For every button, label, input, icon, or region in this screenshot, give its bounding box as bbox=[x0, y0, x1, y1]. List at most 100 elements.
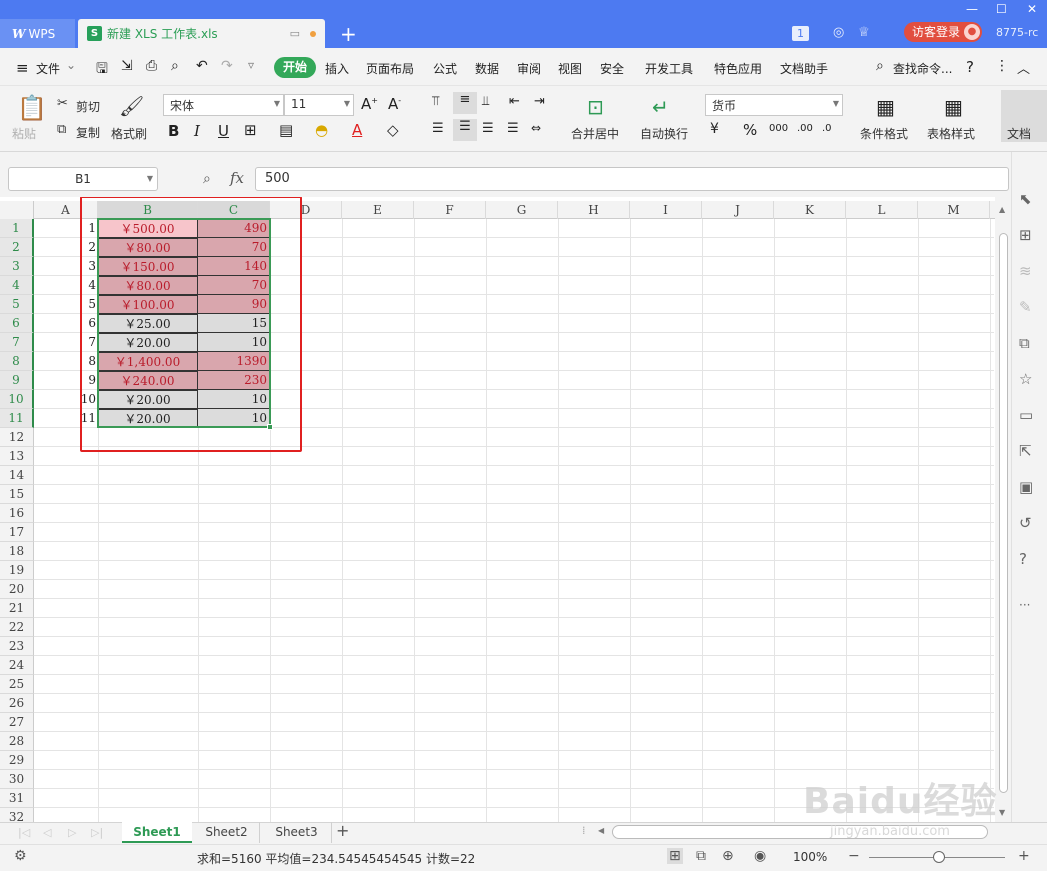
fill-color-icon[interactable]: ◓ bbox=[315, 121, 328, 139]
menu-data[interactable]: 数据 bbox=[475, 60, 499, 77]
cell-b5[interactable]: ￥100.00 bbox=[98, 295, 198, 314]
column-header-j[interactable]: J bbox=[702, 201, 774, 219]
row-header-10[interactable]: 10 bbox=[0, 390, 34, 409]
star-icon[interactable]: ☆ bbox=[1019, 370, 1032, 388]
scroll-up-icon[interactable]: ▲ bbox=[999, 205, 1005, 214]
column-header-e[interactable]: E bbox=[342, 201, 414, 219]
image-icon[interactable]: ▣ bbox=[1019, 478, 1033, 496]
sheet-tab-3[interactable]: Sheet3 bbox=[262, 822, 332, 843]
scroll-down-icon[interactable]: ▼ bbox=[999, 808, 1005, 817]
row-header-23[interactable]: 23 bbox=[0, 637, 34, 656]
splitter-icon[interactable]: ⁞ bbox=[582, 824, 586, 837]
cell-c11[interactable]: 10 bbox=[198, 409, 270, 428]
eye-protection-icon[interactable]: ◉ bbox=[754, 848, 766, 864]
cell-b9[interactable]: ￥240.00 bbox=[98, 371, 198, 390]
row-header-4[interactable]: 4 bbox=[0, 276, 34, 295]
next-sheet-icon[interactable]: ▷ bbox=[68, 826, 76, 839]
cell-b2[interactable]: ￥80.00 bbox=[98, 238, 198, 257]
cell-c1[interactable]: 490 bbox=[198, 219, 270, 238]
row-header-20[interactable]: 20 bbox=[0, 580, 34, 599]
menu-review[interactable]: 审阅 bbox=[517, 60, 541, 77]
cell-b4[interactable]: ￥80.00 bbox=[98, 276, 198, 295]
document-tab[interactable]: S 新建 XLS 工作表.xls ▭ bbox=[78, 19, 325, 48]
print-icon[interactable]: ⎙ bbox=[146, 58, 157, 74]
increase-font-icon[interactable]: A+ bbox=[361, 95, 378, 113]
row-header-32[interactable]: 32 bbox=[0, 808, 34, 822]
menu-special[interactable]: 特色应用 bbox=[714, 60, 762, 77]
login-button[interactable]: 访客登录 ● bbox=[904, 22, 982, 42]
redo-icon[interactable]: ↷ bbox=[221, 58, 233, 74]
minimize-icon[interactable]: — bbox=[966, 2, 978, 16]
copy-button[interactable]: 复制 bbox=[76, 124, 100, 141]
percent-icon[interactable]: % bbox=[743, 121, 757, 139]
spreadsheet-grid[interactable]: ABCDEFGHIJKLM 1 ￥500.00 490 2 ￥80.00 70 3 ￥150.… bbox=[0, 197, 995, 822]
row-header-24[interactable]: 24 bbox=[0, 656, 34, 675]
align-right-icon[interactable]: ☰ bbox=[482, 121, 494, 136]
cell-b3[interactable]: ￥150.00 bbox=[98, 257, 198, 276]
wrap-text-button[interactable]: 自动换行 bbox=[640, 125, 688, 142]
cell-a1[interactable]: 1 bbox=[34, 219, 98, 238]
cell-a7[interactable]: 7 bbox=[34, 333, 98, 352]
row-header-17[interactable]: 17 bbox=[0, 523, 34, 542]
conditional-format-icon[interactable]: ▦ bbox=[876, 95, 895, 119]
menu-start[interactable]: 开始 bbox=[274, 57, 316, 78]
cut-button[interactable]: 剪切 bbox=[76, 98, 100, 115]
cell-a4[interactable]: 4 bbox=[34, 276, 98, 295]
select-cursor-icon[interactable]: ⬉ bbox=[1019, 190, 1032, 208]
format-painter-button[interactable]: 格式刷 bbox=[111, 125, 147, 142]
wrap-text-icon[interactable]: ↵ bbox=[652, 95, 669, 119]
align-bottom-icon[interactable]: ⫫ bbox=[482, 94, 489, 109]
font-size-select[interactable]: 11 ▼ bbox=[284, 94, 354, 116]
merge-center-button[interactable]: 合并居中 bbox=[571, 125, 619, 142]
column-header-d[interactable]: D bbox=[270, 201, 342, 219]
chevron-down-icon[interactable]: ⌄ bbox=[66, 58, 76, 72]
maximize-icon[interactable]: ☐ bbox=[996, 2, 1007, 16]
merge-center-icon[interactable]: ⊡ bbox=[587, 95, 604, 119]
decrease-font-icon[interactable]: A- bbox=[388, 95, 401, 113]
row-header-9[interactable]: 9 bbox=[0, 371, 34, 390]
align-left-icon[interactable]: ☰ bbox=[432, 121, 444, 136]
italic-icon[interactable]: I bbox=[194, 122, 200, 140]
menu-formulas[interactable]: 公式 bbox=[433, 60, 457, 77]
status-macro-icon[interactable]: ⚙ bbox=[14, 848, 27, 864]
cell-a8[interactable]: 8 bbox=[34, 352, 98, 371]
column-header-b[interactable]: B bbox=[98, 201, 198, 219]
align-center-icon[interactable]: ☰ bbox=[453, 119, 477, 141]
menu-doc-assistant[interactable]: 文档助手 bbox=[780, 60, 828, 77]
row-header-19[interactable]: 19 bbox=[0, 561, 34, 580]
row-header-16[interactable]: 16 bbox=[0, 504, 34, 523]
normal-view-icon[interactable]: ⊞ bbox=[667, 848, 683, 864]
page-layout-view-icon[interactable]: ⊕ bbox=[722, 848, 734, 864]
more-horizontal-icon[interactable]: ··· bbox=[1019, 598, 1030, 612]
fill-handle[interactable] bbox=[267, 424, 273, 430]
thousands-icon[interactable]: 000 bbox=[769, 123, 788, 134]
cell-c10[interactable]: 10 bbox=[198, 390, 270, 409]
first-sheet-icon[interactable]: |◁ bbox=[18, 826, 30, 839]
cell-c5[interactable]: 90 bbox=[198, 295, 270, 314]
menu-developer[interactable]: 开发工具 bbox=[645, 60, 693, 77]
edit-icon[interactable]: ✎ bbox=[1019, 298, 1032, 316]
more-vertical-icon[interactable]: ⋮ bbox=[995, 58, 1009, 74]
sheet-tab-1[interactable]: Sheet1 bbox=[122, 822, 192, 843]
distribute-icon[interactable]: ⇔ bbox=[531, 121, 541, 135]
column-header-h[interactable]: H bbox=[558, 201, 630, 219]
export-icon[interactable]: ⇲ bbox=[121, 58, 133, 74]
cell-a10[interactable]: 10 bbox=[34, 390, 98, 409]
number-format-select[interactable]: 货币 ▼ bbox=[705, 94, 843, 116]
cell-c2[interactable]: 70 bbox=[198, 238, 270, 257]
table-icon[interactable]: ⊞ bbox=[1019, 226, 1032, 244]
share-icon[interactable]: ◎ bbox=[833, 25, 844, 40]
cell-b1[interactable]: ￥500.00 bbox=[98, 219, 198, 238]
share-out-icon[interactable]: ⇱ bbox=[1019, 442, 1032, 460]
clear-icon[interactable]: ◇ bbox=[387, 121, 399, 139]
cell-b10[interactable]: ￥20.00 bbox=[98, 390, 198, 409]
cell-c4[interactable]: 70 bbox=[198, 276, 270, 295]
decrease-indent-icon[interactable]: ⇤ bbox=[509, 94, 520, 109]
select-all-corner[interactable] bbox=[0, 201, 34, 219]
menu-view[interactable]: 视图 bbox=[558, 60, 582, 77]
name-box[interactable]: B1 ▼ bbox=[8, 167, 158, 191]
row-header-29[interactable]: 29 bbox=[0, 751, 34, 770]
sheet-tab-2[interactable]: Sheet2 bbox=[194, 822, 260, 843]
command-search[interactable]: 查找命令... bbox=[893, 60, 952, 77]
style-icon[interactable]: ≋ bbox=[1019, 262, 1032, 280]
